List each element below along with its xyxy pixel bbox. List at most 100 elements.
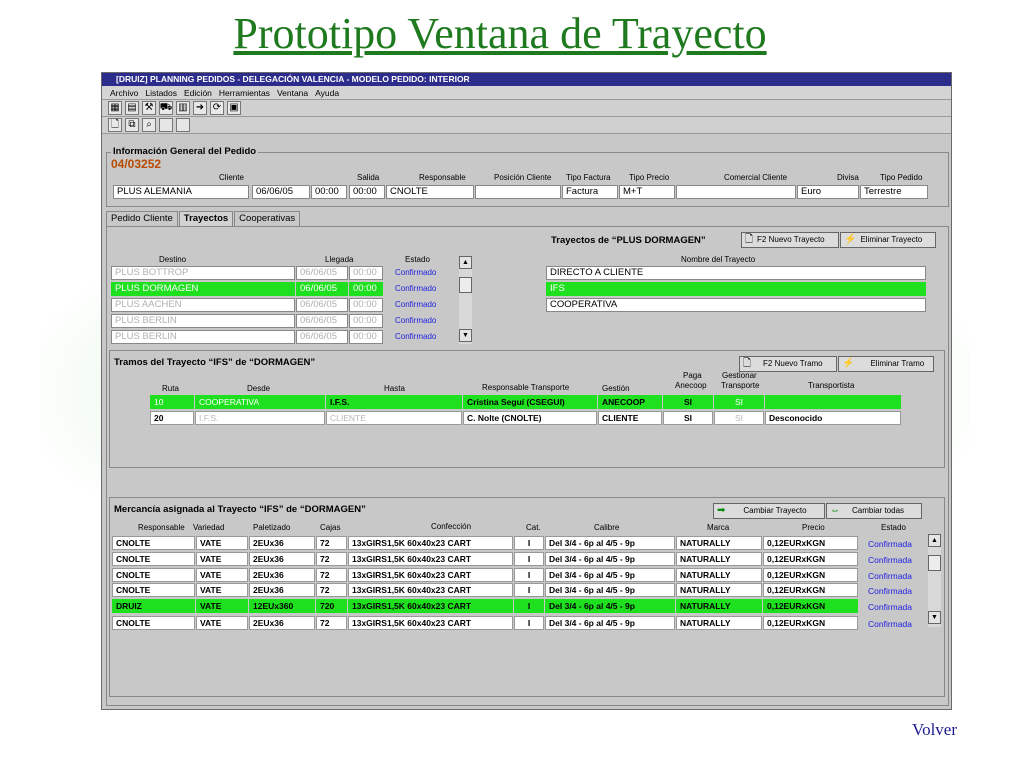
scroll-thumb[interactable] — [459, 277, 472, 293]
tipo-precio-field[interactable]: M+T — [619, 185, 675, 199]
mercancia-resp: DRUIZ — [112, 599, 195, 613]
mercancia-confeccion: 13xGIRS1,5K 60x40x23 CART — [348, 583, 513, 597]
destino-name: PLUS BERLIN — [111, 330, 295, 344]
mercancia-calibre: Del 3/4 - 6p al 4/5 - 9p — [545, 583, 675, 597]
order-info-title: Información General del Pedido — [111, 146, 259, 157]
grid-icon[interactable]: ▦ — [108, 101, 122, 115]
truck-icon[interactable]: ⛟ — [159, 101, 173, 115]
destino-time: 00:00 — [349, 266, 383, 280]
destinos-scrollbar[interactable]: ▲ ▼ — [459, 256, 472, 344]
mercancia-paletizado: 2EUx36 — [249, 583, 315, 597]
new-document-icon[interactable]: 🗋 — [108, 118, 122, 132]
destino-name: PLUS DORMAGEN — [111, 282, 295, 296]
exit-icon[interactable]: ➜ — [193, 101, 207, 115]
header-cliente: Cliente — [219, 173, 244, 182]
new-tramo-label: F2 Nuevo Tramo — [763, 359, 823, 368]
slide-title: Prototipo Ventana de Trayecto — [233, 9, 767, 58]
new-trayecto-button[interactable]: 🗋 F2 Nuevo Trayecto — [741, 232, 839, 248]
salida-time-field[interactable]: 00:00 — [311, 185, 347, 199]
new-tramo-button[interactable]: 🗋 F2 Nuevo Tramo — [739, 356, 837, 372]
mercancia-estado: Confirmada — [868, 571, 912, 581]
tramo-hasta: I.F.S. — [326, 395, 462, 409]
image-icon[interactable]: ▣ — [227, 101, 241, 115]
header-confeccion: Confección — [431, 522, 472, 531]
mercancia-paletizado: 2EUx36 — [249, 568, 315, 582]
empty-tool-button[interactable] — [159, 118, 173, 132]
mercancia-precio: 0,12EURxKGN — [763, 536, 858, 550]
tramo-paga: SI — [663, 411, 713, 425]
mercancia-precio: 0,12EURxKGN — [763, 552, 858, 566]
header-estado: Estado — [881, 523, 906, 532]
destino-estado: Confirmado — [395, 332, 437, 341]
tramo-ruta: 10 — [150, 395, 194, 409]
refresh-icon[interactable]: ⟳ — [210, 101, 224, 115]
divisa-field[interactable]: Euro — [797, 185, 859, 199]
scroll-down-icon[interactable]: ▼ — [928, 611, 941, 624]
delete-trayecto-button[interactable]: ⚡ Eliminar Trayecto — [840, 232, 936, 248]
mercancia-calibre: Del 3/4 - 6p al 4/5 - 9p — [545, 536, 675, 550]
scroll-down-icon[interactable]: ▼ — [459, 329, 472, 342]
tab-pedido-cliente[interactable]: Pedido Cliente — [106, 211, 178, 226]
scroll-up-icon[interactable]: ▲ — [928, 534, 941, 547]
menu-herramientas[interactable]: Herramientas — [219, 88, 270, 98]
cliente-field[interactable]: PLUS ALEMANIA — [113, 185, 249, 199]
tramo-responsable: Cristina Seguí (CSEGUI) — [463, 395, 597, 409]
destino-estado: Confirmado — [395, 300, 437, 309]
planning-window: [DRUIZ] PLANNING PEDIDOS - DELEGACIÓN VA… — [101, 72, 952, 710]
salida-date-field[interactable]: 06/06/05 — [252, 185, 310, 199]
responsable-field[interactable]: CNOLTE — [386, 185, 474, 199]
header-responsable: Responsable — [419, 173, 466, 182]
posicion-cliente-field[interactable] — [475, 185, 561, 199]
search-icon[interactable]: ⌕ — [142, 118, 156, 132]
tramo-transportista — [765, 395, 901, 409]
header-tipo-pedido: Tipo Pedido — [880, 173, 923, 182]
scroll-thumb[interactable] — [928, 555, 941, 571]
new-trayecto-label: F2 Nuevo Trayecto — [757, 235, 825, 244]
mercancia-marca: NATURALLY — [676, 552, 762, 566]
menu-bar: Archivo Listados Edición Herramientas Ve… — [102, 86, 951, 100]
toolbar-main: ▦ ▤ ⚒ ⛟ ▥ ➜ ⟳ ▣ — [102, 100, 951, 117]
cambiar-trayecto-button[interactable]: ➡ Cambiar Trayecto — [713, 503, 825, 519]
menu-listados[interactable]: Listados — [145, 88, 177, 98]
mercancia-variedad: VATE — [196, 568, 248, 582]
mercancia-variedad: VATE — [196, 616, 248, 630]
header-precio: Precio — [802, 523, 825, 532]
mercancia-confeccion: 13xGIRS1,5K 60x40x23 CART — [348, 599, 513, 613]
report-icon[interactable]: ▤ — [125, 101, 139, 115]
mercancia-scrollbar[interactable]: ▲ ▼ — [928, 534, 941, 627]
scroll-up-icon[interactable]: ▲ — [459, 256, 472, 269]
mercancia-cat: I — [514, 599, 544, 613]
delete-tramo-button[interactable]: ⚡ Eliminar Tramo — [838, 356, 934, 372]
mercancia-paletizado: 2EUx36 — [249, 552, 315, 566]
tipo-pedido-field[interactable]: Terrestre — [860, 185, 928, 199]
comercial-field[interactable] — [676, 185, 796, 199]
empty-tool-button[interactable] — [176, 118, 190, 132]
tool-icon[interactable]: ⚒ — [142, 101, 156, 115]
menu-ventana[interactable]: Ventana — [277, 88, 308, 98]
tab-trayectos[interactable]: Trayectos — [178, 211, 234, 226]
cambiar-todas-button[interactable]: ⇔ Cambiar todas — [826, 503, 922, 519]
volver-link[interactable]: Volver — [912, 720, 957, 740]
header-llegada: Llegada — [325, 255, 354, 264]
header-tipo-precio: Tipo Precio — [629, 173, 670, 182]
table-icon[interactable]: ▥ — [176, 101, 190, 115]
menu-archivo[interactable]: Archivo — [110, 88, 138, 98]
destino-date: 06/06/05 — [296, 282, 348, 296]
trayecto-item[interactable]: COOPERATIVA — [546, 298, 926, 312]
menu-ayuda[interactable]: Ayuda — [315, 88, 339, 98]
mercancia-precio: 0,12EURxKGN — [763, 599, 858, 613]
destino-time: 00:00 — [349, 282, 383, 296]
copy-document-icon[interactable]: ⧉ — [125, 118, 139, 132]
header-desde: Desde — [247, 384, 271, 393]
trayecto-item[interactable]: DIRECTO A CLIENTE — [546, 266, 926, 280]
tab-cooperativas[interactable]: Cooperativas — [234, 211, 301, 226]
tipo-factura-field[interactable]: Factura — [562, 185, 618, 199]
mercancia-calibre: Del 3/4 - 6p al 4/5 - 9p — [545, 568, 675, 582]
mercancia-estado: Confirmada — [868, 602, 912, 612]
salida-time2-field[interactable]: 00:00 — [349, 185, 385, 199]
tab-strip: Pedido Cliente Trayectos Cooperativas — [106, 211, 301, 226]
menu-edicion[interactable]: Edición — [184, 88, 212, 98]
destino-name: PLUS BERLIN — [111, 314, 295, 328]
header-salida: Salida — [357, 173, 380, 182]
trayecto-item-selected[interactable]: IFS — [546, 282, 926, 296]
